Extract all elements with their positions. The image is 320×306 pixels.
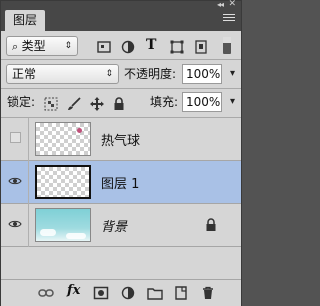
divider [28,161,29,204]
layers-bottom-toolbar: fx [1,279,241,306]
layer-name[interactable]: 热气球 [101,130,140,149]
close-panel-button[interactable]: ✕ [228,0,236,9]
cloud-shape [40,229,56,236]
filter-kind-label: 类型 [21,39,46,53]
delete-icon[interactable] [200,286,216,300]
layer-thumbnail [35,165,91,199]
cloud-shape [66,233,86,239]
layer-thumbnail [35,122,91,156]
layer-row[interactable]: 背景 [1,204,241,247]
shape-filter-icon[interactable] [170,40,184,54]
divider [28,118,29,161]
blend-mode-dropdown[interactable]: 正常 ⇕ [6,64,119,84]
adjustment-layer-icon[interactable] [120,286,136,300]
lock-row: 锁定: 填充: 100% ▾ [1,89,241,117]
visibility-toggle-off[interactable] [10,132,21,143]
fx-icon[interactable]: fx [67,283,83,298]
lock-label: 锁定: [7,95,36,109]
filter-toggle-switch[interactable] [223,37,231,54]
eye-icon[interactable] [8,174,22,188]
blend-row: 正常 ⇕ 不透明度: 100% ▾ [1,60,241,88]
chevron-updown-icon: ⇕ [64,41,72,51]
opacity-value: 100% [186,67,221,81]
opacity-dropdown-icon[interactable]: ▾ [230,65,235,83]
lock-icon [206,218,216,231]
fill-input[interactable]: 100% ▾ [182,92,235,112]
tab-layers[interactable]: 图层 [5,10,45,31]
divider [28,204,29,247]
type-filter-icon[interactable]: T [146,37,160,53]
panel-title-bar: ◂◂ ✕ [1,0,241,9]
balloon-thumb-mark [77,128,82,133]
pixel-filter-icon[interactable] [97,40,111,54]
layers-panel: ◂◂ ✕ 图层 ⌕ 类型 ⇕ T 正常 ⇕ 不透明度: 100% ▾ 锁定: 填… [0,0,242,306]
new-group-icon[interactable] [147,286,163,300]
panel-tab-row: 图层 [1,9,241,31]
adjustment-filter-icon[interactable] [121,40,135,54]
add-mask-icon[interactable] [93,286,109,300]
lock-all-icon[interactable] [112,97,126,111]
opacity-input[interactable]: 100% ▾ [182,64,235,84]
smart-object-filter-icon[interactable] [194,40,208,54]
search-icon: ⌕ [12,40,22,53]
lock-image-brush-icon[interactable] [67,97,81,111]
fill-value: 100% [186,95,221,109]
fill-label: 填充: [150,95,179,109]
layer-name[interactable]: 背景 [101,216,127,235]
filter-row: ⌕ 类型 ⇕ T [1,31,241,59]
link-layers-icon[interactable] [38,286,54,300]
filter-kind-dropdown[interactable]: ⌕ 类型 ⇕ [6,36,78,56]
layer-row-selected[interactable]: 图层 1 [1,161,241,204]
lock-transparency-icon[interactable] [44,97,58,111]
chevron-updown-icon: ⇕ [105,69,113,79]
fill-dropdown-icon[interactable]: ▾ [230,93,235,111]
opacity-label: 不透明度: [124,67,177,81]
layer-thumbnail [35,208,91,242]
layer-name[interactable]: 图层 1 [101,173,139,192]
new-layer-icon[interactable] [173,286,189,300]
eye-icon[interactable] [8,217,22,231]
collapse-panel-button[interactable]: ◂◂ [217,0,224,9]
layers-list: 热气球 图层 1 背景 [1,118,241,248]
layer-row[interactable]: 热气球 [1,118,241,161]
lock-position-move-icon[interactable] [90,97,104,111]
blend-mode-value: 正常 [12,67,37,81]
panel-menu-icon[interactable] [223,14,235,24]
